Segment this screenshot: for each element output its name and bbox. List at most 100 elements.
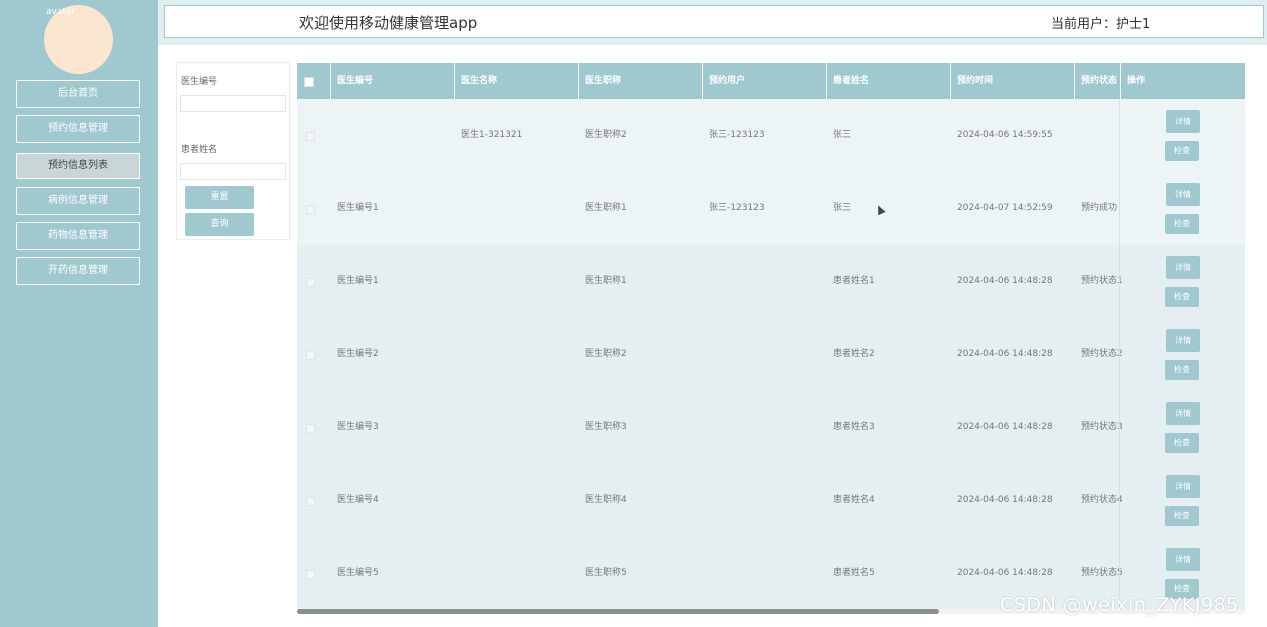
table-row: 医生编号1 医生职称1 张三-123123 张三 2024-04-07 14:52:59… bbox=[297, 172, 1245, 245]
cell-doctor-name bbox=[461, 318, 579, 391]
detail-button[interactable]: 详情 bbox=[1166, 256, 1200, 279]
check-button[interactable]: 检查 bbox=[1165, 141, 1199, 161]
detail-button[interactable]: 详情 bbox=[1166, 183, 1200, 206]
table-row: 医生编号1 医生职称1 患者姓名1 2024-04-06 14:48:28 预约状态1 详… bbox=[297, 245, 1245, 318]
cell-status: 预约成功 bbox=[1081, 203, 1118, 213]
row-checkbox[interactable] bbox=[306, 351, 315, 360]
sidebar: avatar 后台首页 预约信息管理 预约信息列表 病例信息管理 药物信息管理 … bbox=[0, 0, 158, 627]
doctor-no-label: 医生编号 bbox=[181, 77, 218, 87]
current-user: 当前用户：护士1 bbox=[1051, 17, 1151, 32]
cell-patient-name: 张三 bbox=[833, 203, 852, 213]
cell-doctor-no: 医生编号4 bbox=[337, 495, 379, 505]
cell-patient-name: 患者姓名3 bbox=[833, 422, 875, 432]
search-panel: 医生编号 患者姓名 重置 查询 bbox=[176, 62, 290, 240]
col-doctor-title: 医生职称 bbox=[579, 63, 703, 99]
select-all-checkbox[interactable] bbox=[304, 77, 314, 87]
row-checkbox[interactable] bbox=[306, 132, 315, 141]
cell-user bbox=[709, 391, 827, 464]
cell-doctor-title: 医生职称2 bbox=[585, 349, 627, 359]
page-title: 欢迎使用移动健康管理app bbox=[299, 14, 478, 32]
row-checkbox[interactable] bbox=[306, 424, 315, 433]
cell-user: 张三-123123 bbox=[709, 130, 765, 140]
header-bar: 欢迎使用移动健康管理app 当前用户：护士1 bbox=[164, 5, 1264, 38]
col-user: 预约用户 bbox=[703, 63, 827, 99]
table-row: 医生1-321321 医生职称2 张三-123123 张三 2024-04-06 14:… bbox=[297, 99, 1245, 172]
table-row: 医生编号2 医生职称2 患者姓名2 2024-04-06 14:48:28 预约状态2 详… bbox=[297, 318, 1245, 391]
patient-name-label: 患者姓名 bbox=[181, 145, 218, 155]
col-doctor-no: 医生编号 bbox=[331, 63, 455, 99]
cell-doctor-name: 医生1-321321 bbox=[461, 130, 523, 140]
cell-doctor-no: 医生编号2 bbox=[337, 349, 379, 359]
cell-time: 2024-04-07 14:52:59 bbox=[957, 203, 1053, 213]
cell-user bbox=[709, 318, 827, 391]
detail-button[interactable]: 详情 bbox=[1166, 475, 1200, 498]
cell-time: 2024-04-06 14:59:55 bbox=[957, 130, 1053, 140]
cell-patient-name: 患者姓名5 bbox=[833, 568, 875, 578]
row-checkbox[interactable] bbox=[306, 278, 315, 287]
sidebar-item-medicine-management[interactable]: 药物信息管理 bbox=[16, 222, 140, 250]
cell-patient-name: 患者姓名1 bbox=[833, 276, 875, 286]
cell-doctor-name bbox=[461, 391, 579, 464]
select-all-cell bbox=[297, 63, 331, 99]
detail-button[interactable]: 详情 bbox=[1166, 110, 1200, 133]
fixed-column-divider bbox=[1119, 99, 1120, 611]
check-button[interactable]: 检查 bbox=[1165, 214, 1199, 234]
sidebar-item-prescription-management[interactable]: 开药信息管理 bbox=[16, 257, 140, 285]
cell-time: 2024-04-06 14:48:28 bbox=[957, 349, 1053, 359]
cell-doctor-no bbox=[337, 99, 455, 172]
col-time: 预约时间 bbox=[951, 63, 1075, 99]
cell-user bbox=[709, 537, 827, 610]
watermark: CSDN @weixin_ZYKJ985 bbox=[1000, 594, 1239, 616]
row-checkbox[interactable] bbox=[306, 497, 315, 506]
sidebar-item-home[interactable]: 后台首页 bbox=[16, 80, 140, 108]
cell-doctor-name bbox=[461, 172, 579, 245]
cell-user: 张三-123123 bbox=[709, 203, 765, 213]
cell-doctor-title: 医生职称1 bbox=[585, 203, 627, 213]
cell-doctor-title: 医生职称2 bbox=[585, 130, 627, 140]
detail-button[interactable]: 详情 bbox=[1166, 329, 1200, 352]
sidebar-item-case-management[interactable]: 病例信息管理 bbox=[16, 187, 140, 215]
table-header: 医生编号 医生名称 医生职称 预约用户 患者姓名 预约时间 预约状态 操作 bbox=[297, 63, 1245, 99]
check-button[interactable]: 检查 bbox=[1165, 433, 1199, 453]
appointment-table: 医生编号 医生名称 医生职称 预约用户 患者姓名 预约时间 预约状态 操作 医生… bbox=[297, 63, 1245, 611]
table-row: 医生编号3 医生职称3 患者姓名3 2024-04-06 14:48:28 预约状态3 详… bbox=[297, 391, 1245, 464]
cell-doctor-no: 医生编号1 bbox=[337, 203, 379, 213]
detail-button[interactable]: 详情 bbox=[1166, 548, 1200, 571]
cell-patient-name: 患者姓名4 bbox=[833, 495, 875, 505]
cell-doctor-no: 医生编号5 bbox=[337, 568, 379, 578]
query-button[interactable]: 查询 bbox=[185, 213, 254, 236]
cell-time: 2024-04-06 14:48:28 bbox=[957, 495, 1053, 505]
col-actions: 操作 bbox=[1127, 76, 1146, 86]
col-patient-name: 患者姓名 bbox=[827, 63, 951, 99]
cell-doctor-title: 医生职称5 bbox=[585, 568, 627, 578]
cell-doctor-name bbox=[461, 464, 579, 537]
cell-doctor-no: 医生编号3 bbox=[337, 422, 379, 432]
cell-status: 预约状态3 bbox=[1081, 422, 1123, 432]
cell-time: 2024-04-06 14:48:28 bbox=[957, 422, 1053, 432]
cell-doctor-title: 医生职称1 bbox=[585, 276, 627, 286]
cell-doctor-name bbox=[461, 245, 579, 318]
cell-doctor-no: 医生编号1 bbox=[337, 276, 379, 286]
row-checkbox[interactable] bbox=[306, 570, 315, 579]
sidebar-item-appointment-list[interactable]: 预约信息列表 bbox=[16, 153, 140, 179]
cell-user bbox=[709, 245, 827, 318]
check-button[interactable]: 检查 bbox=[1165, 506, 1199, 526]
col-status: 预约状态 bbox=[1075, 63, 1121, 99]
reset-button[interactable]: 重置 bbox=[185, 186, 254, 209]
check-button[interactable]: 检查 bbox=[1165, 360, 1199, 380]
sidebar-item-appointment-management[interactable]: 预约信息管理 bbox=[16, 115, 140, 143]
cell-status: 预约状态1 bbox=[1081, 276, 1123, 286]
doctor-no-input[interactable] bbox=[180, 95, 286, 112]
cell-doctor-name bbox=[461, 537, 579, 610]
cell-status: 预约状态2 bbox=[1081, 349, 1123, 359]
check-button[interactable]: 检查 bbox=[1165, 287, 1199, 307]
detail-button[interactable]: 详情 bbox=[1166, 402, 1200, 425]
cell-patient-name: 患者姓名2 bbox=[833, 349, 875, 359]
horizontal-scrollbar-thumb[interactable] bbox=[297, 609, 939, 614]
header: 欢迎使用移动健康管理app 当前用户：护士1 bbox=[158, 0, 1267, 45]
table-row: 医生编号4 医生职称4 患者姓名4 2024-04-06 14:48:28 预约状态4 详… bbox=[297, 464, 1245, 537]
row-checkbox[interactable] bbox=[306, 205, 315, 214]
cell-doctor-title: 医生职称3 bbox=[585, 422, 627, 432]
col-doctor-name: 医生名称 bbox=[455, 63, 579, 99]
patient-name-input[interactable] bbox=[180, 163, 286, 180]
